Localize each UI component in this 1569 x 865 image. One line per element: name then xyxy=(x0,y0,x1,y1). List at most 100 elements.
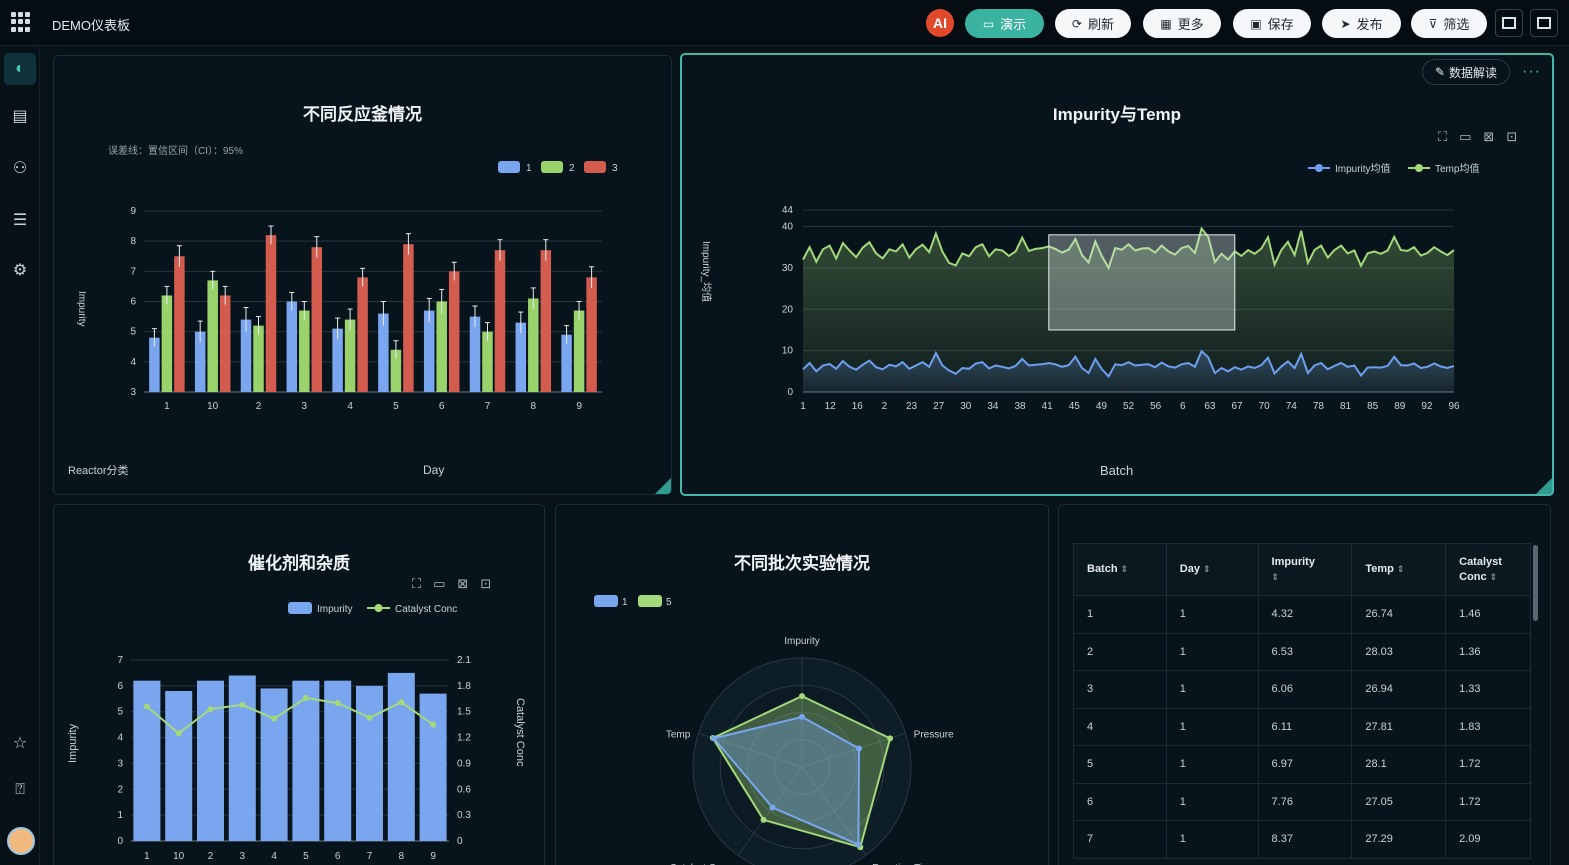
sort-icon[interactable]: ⇕ xyxy=(1121,564,1129,574)
table-cell: 6.53 xyxy=(1257,632,1353,671)
column-header-temp[interactable]: Temp ⇕ xyxy=(1351,543,1447,596)
column-header-batch[interactable]: Batch ⇕ xyxy=(1073,543,1167,596)
bar xyxy=(540,250,552,392)
line-point xyxy=(398,699,405,706)
sidebar-item-help[interactable]: ⍰ xyxy=(4,774,36,806)
bar xyxy=(573,310,585,392)
y-tick-label: 10 xyxy=(782,346,794,357)
column-header-catalyst-conc[interactable]: Catalyst Conc ⇕ xyxy=(1445,543,1531,596)
table-cell: 8.37 xyxy=(1257,820,1353,859)
users-icon: ⚇ xyxy=(12,160,28,177)
y-right-tick-label: 2.1 xyxy=(457,655,471,666)
batch-radar-panel[interactable]: 不同批次实验情况 ImpurityPressureReaction TimeCa… xyxy=(555,504,1049,865)
table-cell: 3 xyxy=(1073,670,1167,709)
filter-button[interactable]: ⊽ 筛选 xyxy=(1411,9,1487,38)
table-row[interactable]: 2 1 6.53 28.03 1.36 xyxy=(1073,632,1531,671)
sort-icon[interactable]: ⇕ xyxy=(1203,564,1211,574)
x-tick-label: 10 xyxy=(207,401,219,412)
legend-marker xyxy=(374,604,383,612)
x-tick-label: 92 xyxy=(1421,401,1433,412)
x-tick-label: 81 xyxy=(1340,401,1352,412)
column-header-impurity[interactable]: Impurity ⇕ xyxy=(1257,543,1353,596)
bar xyxy=(419,693,447,841)
sidebar-item-dashboard[interactable]: ◐ xyxy=(4,53,36,85)
y-tick-label: 0 xyxy=(117,836,123,847)
table-row[interactable]: 1 1 4.32 26.74 1.46 xyxy=(1073,595,1531,634)
legend-swatch xyxy=(288,602,312,614)
resize-handle[interactable] xyxy=(1536,478,1552,494)
table-scrollbar[interactable] xyxy=(1533,545,1538,621)
publish-button[interactable]: ➤ 发布 xyxy=(1322,9,1401,38)
bar xyxy=(469,316,481,392)
x-tick-label: 56 xyxy=(1150,401,1162,412)
line-point xyxy=(366,714,373,721)
sidebar-item-folder[interactable]: ▤ xyxy=(4,100,36,132)
save-label: 保存 xyxy=(1267,17,1294,32)
grid-icon: ▦ xyxy=(1160,16,1172,31)
reactor-group-label: Reactor分类 xyxy=(68,463,129,477)
x-tick-label: 3 xyxy=(302,401,308,412)
table-row[interactable]: 3 1 6.06 26.94 1.33 xyxy=(1073,670,1531,709)
sort-icon[interactable]: ⇕ xyxy=(1397,564,1405,574)
catalyst-impurity-panel[interactable]: 催化剂和杂质 ⛶ ▭ ⊠ ⊡ Impurity Catalyst Conc 01… xyxy=(53,504,545,865)
column-header-day[interactable]: Day ⇕ xyxy=(1165,543,1259,596)
right-panel-toggle-button[interactable] xyxy=(1530,9,1558,37)
impurity-temp-panel[interactable]: ✎ 数据解读 ··· Impurity与Temp ⛶ ▭ ⊠ ⊡ Impurity… xyxy=(680,53,1554,496)
table-row[interactable]: 6 1 7.76 27.05 1.72 xyxy=(1073,782,1531,821)
legend-swatch xyxy=(584,161,606,173)
sidebar-item-data[interactable]: ☰ xyxy=(4,204,36,236)
sidebar-item-favorites[interactable]: ☆ xyxy=(4,727,36,759)
table-cell: 1 xyxy=(1165,820,1259,859)
refresh-button[interactable]: ⟳ 刷新 xyxy=(1055,9,1131,38)
save-button[interactable]: ▣ 保存 xyxy=(1233,9,1311,38)
reactor-chart-panel[interactable]: 不同反应釜情况 误差线：置信区间（CI）：95% Impurity Day Re… xyxy=(53,55,672,495)
more-button[interactable]: ▦ 更多 xyxy=(1143,9,1221,38)
folder-icon: ▤ xyxy=(12,108,28,125)
x-tick-label: 27 xyxy=(933,401,945,412)
bar xyxy=(219,295,231,392)
line-point xyxy=(271,715,278,722)
y-right-tick-label: 0.3 xyxy=(457,810,471,821)
table-row[interactable]: 5 1 6.97 28.1 1.72 xyxy=(1073,745,1531,784)
sort-icon[interactable]: ⇕ xyxy=(1272,572,1280,582)
y-tick-label: 6 xyxy=(130,297,136,308)
table-cell: 5 xyxy=(1073,745,1167,784)
x-tick-label: 2 xyxy=(208,851,214,862)
table-cell: 2 xyxy=(1073,632,1167,671)
reactor-x-axis-label: Day xyxy=(423,463,444,477)
table-row[interactable]: 4 1 6.11 27.81 1.83 xyxy=(1073,707,1531,746)
x-tick-label: 85 xyxy=(1367,401,1379,412)
apps-grid-icon[interactable] xyxy=(11,12,31,32)
sidebar-item-settings[interactable]: ⚙ xyxy=(4,254,36,286)
bar xyxy=(528,298,539,392)
sort-icon[interactable]: ⇕ xyxy=(1490,572,1498,582)
x-tick-label: 12 xyxy=(825,401,837,412)
bar xyxy=(357,277,368,392)
left-sidebar: ◐ ▤ ⚇ ☰ ⚙ ☆ ⍰ xyxy=(0,46,40,865)
left-panel-toggle-button[interactable] xyxy=(1495,9,1523,37)
layout-left-icon xyxy=(1502,17,1516,29)
table-cell: 26.94 xyxy=(1351,670,1447,709)
impurity-temp-x-axis-label: Batch xyxy=(1100,463,1133,478)
x-tick-label: 67 xyxy=(1231,401,1243,412)
data-table-panel[interactable]: Batch ⇕ Day ⇕ Impurity ⇕ Temp ⇕ Catalyst Con… xyxy=(1058,504,1551,865)
table-cell: 4.32 xyxy=(1257,595,1353,634)
legend-label: Temp均值 xyxy=(1435,162,1479,175)
table-cell: 1 xyxy=(1165,595,1259,634)
impurity-temp-line-chart: Impurity_均值 Batch 0 10 20 30 40 44 1 12 16 2 23 27 3… xyxy=(700,162,1479,478)
bar xyxy=(265,235,277,392)
present-button[interactable]: ▭ 演示 xyxy=(965,9,1044,38)
radar-point xyxy=(887,735,894,742)
bar xyxy=(344,319,356,392)
x-tick-label: 23 xyxy=(906,401,918,412)
ai-assistant-button[interactable]: AI xyxy=(926,9,954,37)
sidebar-item-users[interactable]: ⚇ xyxy=(4,152,36,184)
legend-label: 2 xyxy=(569,163,575,174)
bar xyxy=(403,244,414,392)
user-avatar[interactable] xyxy=(7,827,35,855)
x-tick-label: 41 xyxy=(1042,401,1054,412)
resize-handle[interactable] xyxy=(655,478,671,494)
table-row[interactable]: 7 1 8.37 27.29 2.09 xyxy=(1073,820,1531,859)
y-right-tick-label: 0.9 xyxy=(457,758,471,769)
bar xyxy=(197,680,224,841)
